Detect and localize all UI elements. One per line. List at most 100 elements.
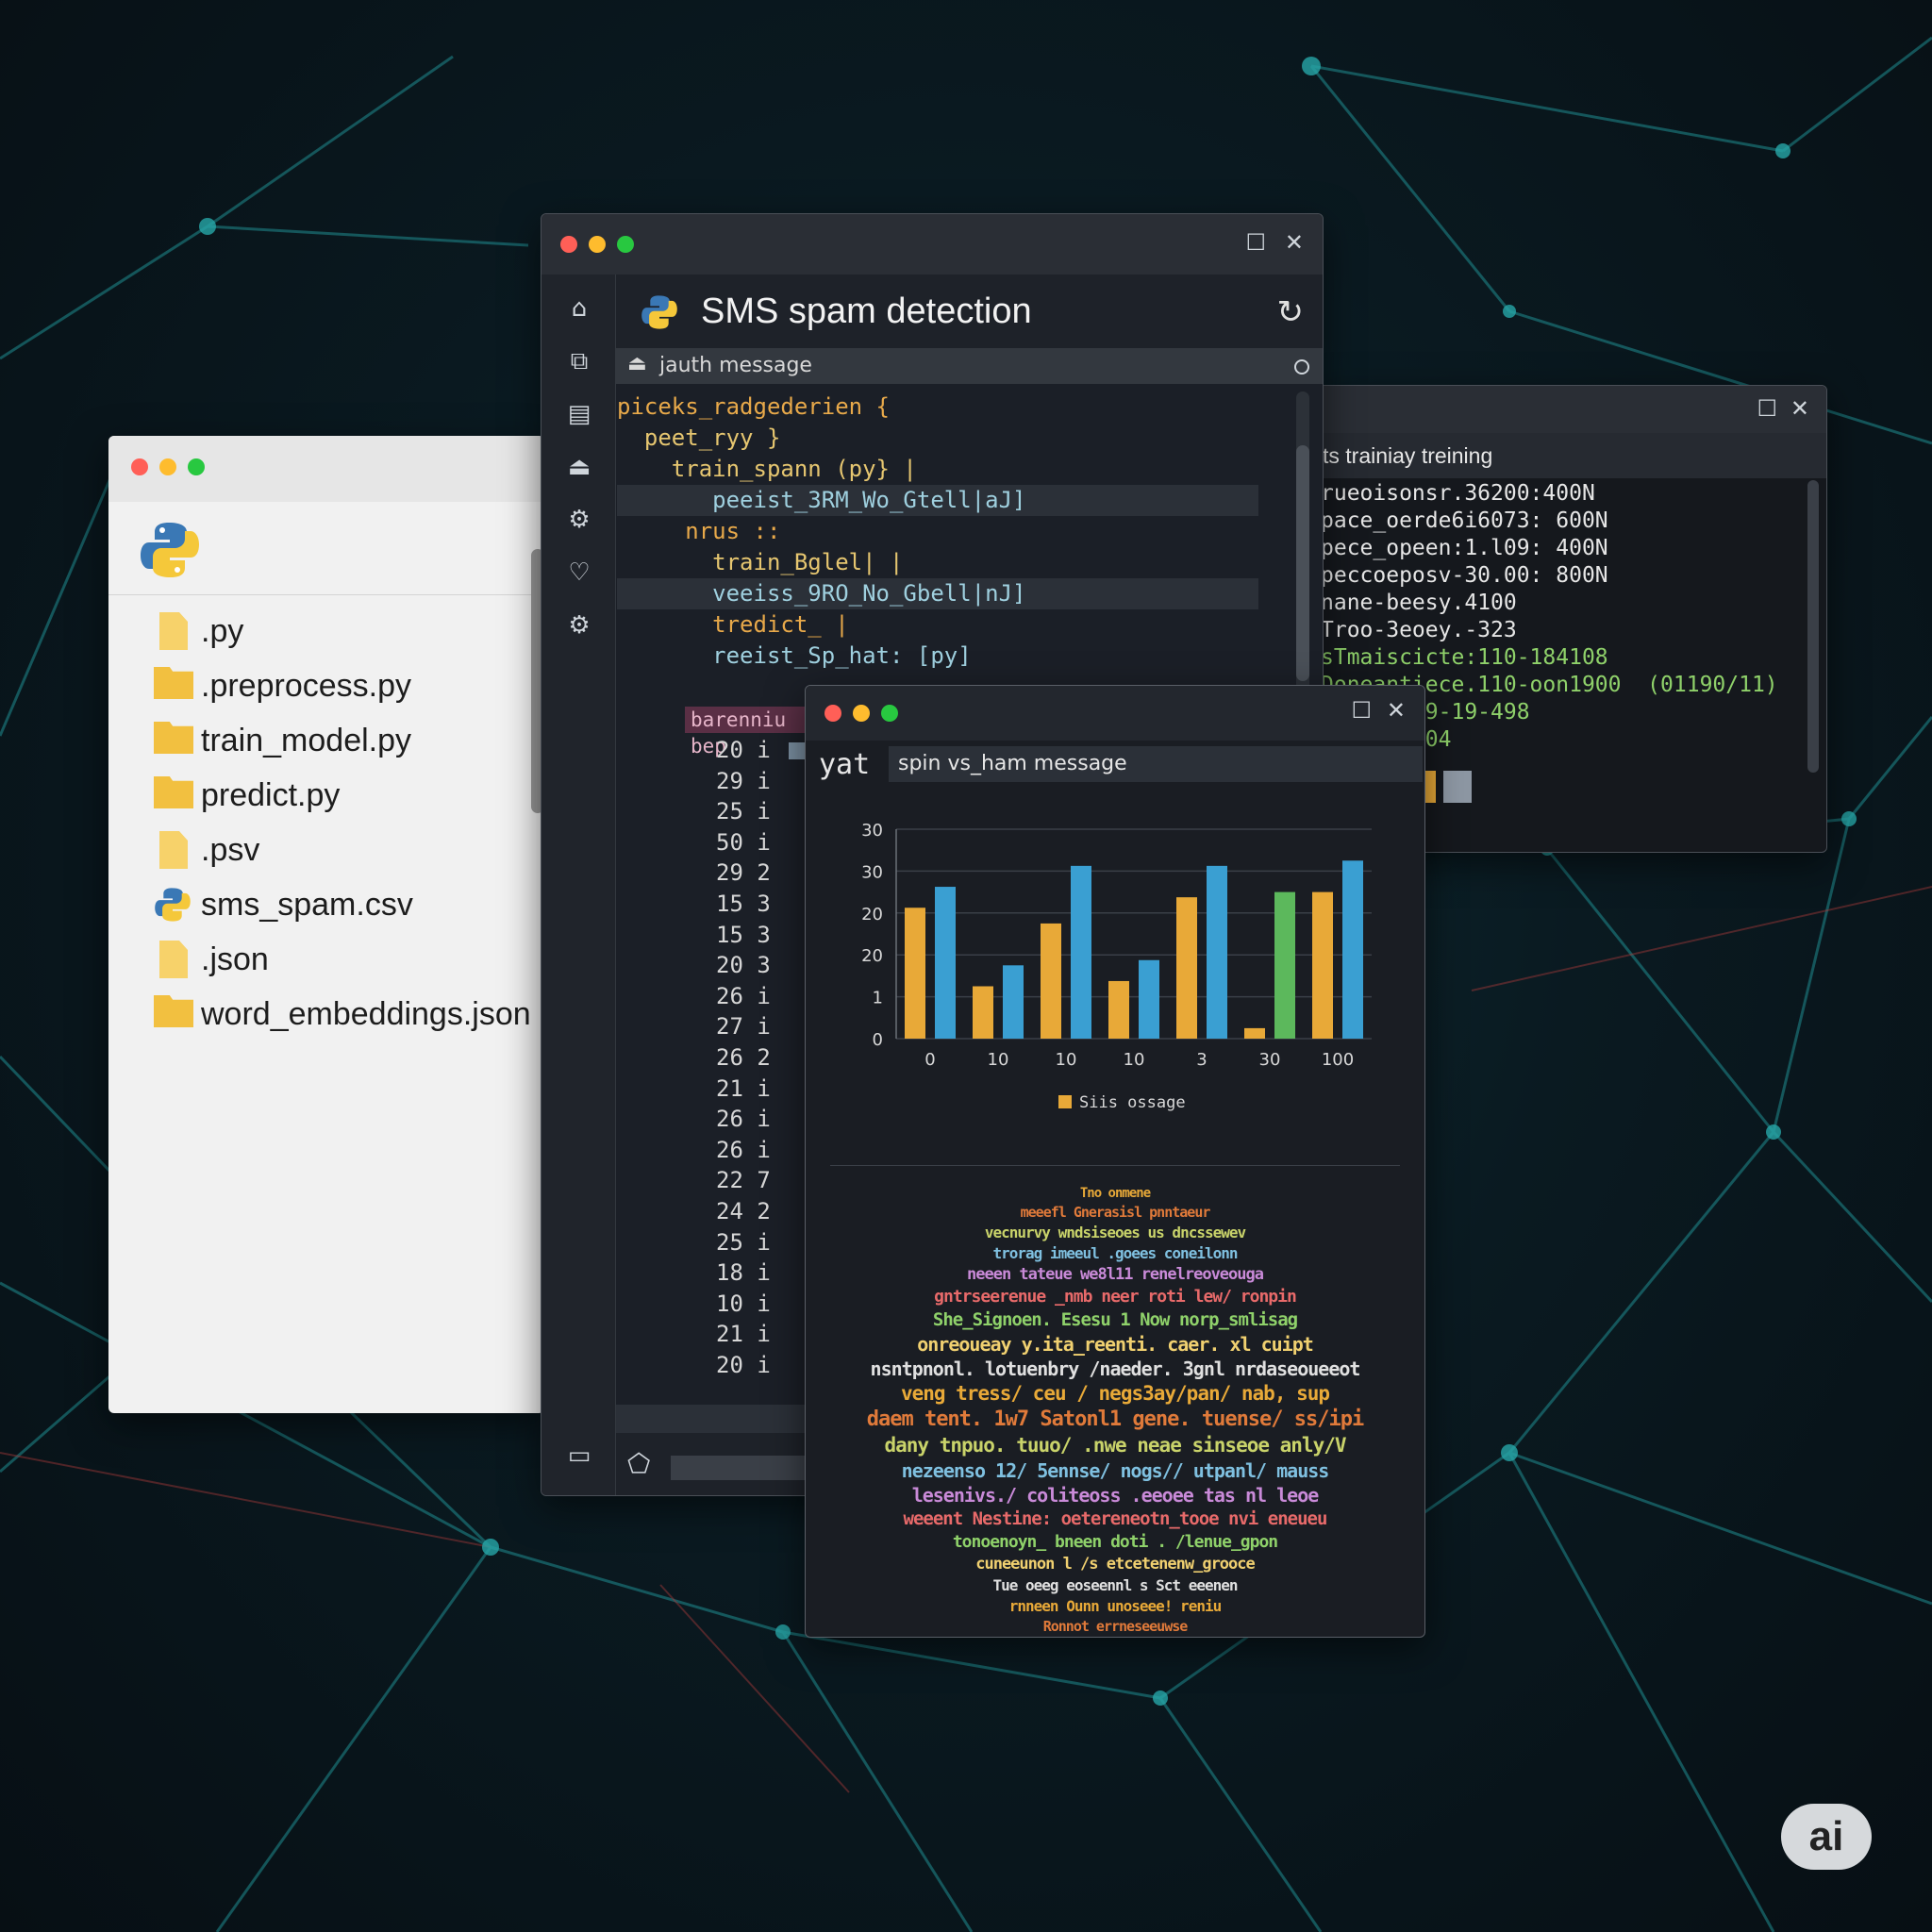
line-number: 26 i — [716, 1136, 771, 1163]
close-icon[interactable]: ✕ — [1285, 229, 1304, 256]
line-number: 15 3 — [716, 921, 771, 948]
selection-marker — [789, 742, 806, 759]
editor-scrollbar[interactable] — [1296, 445, 1309, 681]
folder-icon — [154, 995, 193, 1027]
line-number: 24 2 — [716, 1197, 771, 1224]
terminal-scrollbar[interactable] — [1807, 480, 1819, 773]
chart-window: ☐ ✕ yat t spin vs_ham message 0 1 20 20 30 30… — [805, 685, 1425, 1638]
y-tick-label: 20 — [861, 946, 883, 966]
file-item[interactable]: word_embeddings.json — [154, 987, 531, 1041]
word-cloud-line: reeanteuen — [843, 1637, 1387, 1638]
minimize-dot[interactable] — [853, 705, 870, 722]
settings-icon[interactable]: ⚙ — [564, 610, 594, 641]
y-tick-label: 20 — [861, 905, 883, 924]
line-number: 10 i — [716, 1290, 771, 1317]
bar — [1041, 923, 1061, 1039]
file-explorer-window: .py .preprocess.py train_model.py predic… — [108, 436, 544, 1413]
file-item[interactable]: train_model.py — [154, 713, 531, 768]
chat-icon[interactable]: ▭ — [564, 1441, 594, 1471]
status-circle-icon — [1294, 359, 1309, 375]
chart-tabs: yat t spin vs_ham message — [806, 741, 1424, 791]
maximize-dot[interactable] — [188, 458, 205, 475]
minimize-dot[interactable] — [589, 236, 606, 253]
word-cloud-line: meeefl Gnerasisl pnntaeur — [1020, 1204, 1211, 1221]
code-line: veeiss_9RO_No_Gbell|nJ] — [617, 578, 1258, 609]
file-icon — [159, 612, 188, 650]
file-name: predict.py — [201, 776, 341, 813]
file-icon — [159, 831, 188, 869]
window-controls — [131, 458, 205, 475]
maximize-dot[interactable] — [881, 705, 898, 722]
activity-bar: ⌂ ⧉ ▤ ⏏ ⚙ ♡ ⚙ ▭ — [541, 275, 616, 1495]
word-cloud-line: gntrseerenue _nmb neer roti lew/ ronpin — [934, 1287, 1297, 1307]
package-icon[interactable]: ⧉ — [564, 346, 594, 376]
bar-chart: 0 1 20 20 30 30 0 10 10 10 3 30 100 Siis ossage — [861, 821, 1372, 1112]
code-editor[interactable]: piceks_radgederien { peet_ryy } train_sp… — [617, 391, 1258, 672]
maximize-dot[interactable] — [617, 236, 634, 253]
word-cloud-line: vecnurvy wndsiseoes us dncssewev — [984, 1224, 1246, 1241]
terminal-line: sTmaiscicte:110-184108 — [1321, 645, 1608, 670]
code-line: train_spann (py} | — [617, 456, 917, 482]
document-icon[interactable]: ▤ — [564, 399, 594, 429]
maximize-icon[interactable]: ☐ — [1351, 697, 1372, 724]
file-list: .py .preprocess.py train_model.py predic… — [154, 604, 531, 1041]
window-controls — [824, 705, 898, 722]
code-line: reeist_Sp_hat: [py] — [617, 642, 972, 669]
word-cloud-line: nezeenso 12/ 5ennse/ nogs// utpanl/ maus… — [901, 1459, 1330, 1482]
terminal-titlebar — [1319, 386, 1826, 433]
line-gutter: 20 i 29 i 25 i 50 i 29 2 15 3 15 3 20 3 26 i 27 i… — [716, 735, 771, 1380]
gear-icon[interactable]: ⚙ — [564, 505, 594, 535]
line-number: 26 2 — [716, 1043, 771, 1071]
tab-chart-title[interactable]: spin vs_ham message — [889, 746, 1423, 782]
x-tick-label: 100 — [1322, 1050, 1354, 1070]
close-icon[interactable]: ✕ — [1790, 395, 1809, 422]
file-item[interactable]: .json — [154, 932, 531, 987]
chart-titlebar — [806, 686, 1424, 741]
file-name: .json — [201, 941, 269, 977]
word-cloud-line: She_Signoen. Esesu 1 Now norp_smlisag — [932, 1309, 1298, 1330]
explorer-divider — [108, 594, 544, 595]
word-cloud-line: Tno onmene — [1079, 1186, 1151, 1201]
python-logo-icon — [141, 523, 199, 577]
home-icon[interactable]: ⌂ — [564, 293, 594, 324]
file-item[interactable]: .psv — [154, 823, 531, 877]
bar — [935, 887, 956, 1039]
bar — [1342, 860, 1363, 1039]
ide-header: SMS spam detection ↻ — [616, 275, 1323, 348]
file-name: word_embeddings.json — [201, 995, 531, 1032]
close-dot[interactable] — [560, 236, 577, 253]
bar — [905, 908, 925, 1039]
file-item[interactable]: .py — [154, 604, 531, 658]
file-item[interactable]: .preprocess.py — [154, 658, 531, 713]
maximize-icon[interactable]: ☐ — [1757, 395, 1777, 422]
file-item[interactable]: sms_spam.csv — [154, 877, 531, 932]
refresh-icon[interactable]: ↻ — [1277, 293, 1305, 331]
close-dot[interactable] — [824, 705, 841, 722]
line-number: 25 i — [716, 1228, 771, 1256]
tray-icon[interactable]: ⏏ — [564, 452, 594, 482]
terminal-line: pece_opeen:1.l09: 400N — [1321, 536, 1608, 560]
file-item[interactable]: predict.py — [154, 768, 531, 823]
close-dot[interactable] — [131, 458, 148, 475]
line-number: 27 i — [716, 1013, 771, 1041]
line-number: 26 i — [716, 982, 771, 1009]
x-tick-label: 30 — [1259, 1050, 1281, 1070]
heart-icon[interactable]: ♡ — [564, 558, 594, 588]
word-cloud-line: dany tnpuo. tuuo/ .nwe neae sinseoe anly… — [884, 1434, 1346, 1457]
file-name: .preprocess.py — [201, 667, 411, 704]
terminal-title: ts trainiay treining — [1319, 433, 1826, 478]
minimize-dot[interactable] — [159, 458, 176, 475]
close-icon[interactable]: ✕ — [1387, 697, 1406, 724]
terminal-line: peccoeposv-30.00: 800N — [1321, 563, 1608, 588]
word-cloud-line: daem tent. 1w7 Satonl1 gene. tuense/ ss/… — [866, 1407, 1365, 1431]
sync-icon[interactable]: ⬠ — [627, 1448, 650, 1479]
word-cloud-line: tonoenoyn_ bneen doti . /lenue_gpon — [952, 1532, 1278, 1552]
maximize-icon[interactable]: ☐ — [1245, 229, 1266, 256]
word-cloud-line: Ronnot errneseeuwse — [1042, 1618, 1189, 1635]
chart-divider — [830, 1165, 1400, 1166]
line-number: 21 i — [716, 1074, 771, 1102]
search-bar[interactable]: ⏏ jauth message — [616, 348, 1323, 384]
folder-icon — [154, 776, 193, 808]
y-tick-label: 0 — [873, 1030, 883, 1050]
line-number: 25 i — [716, 798, 771, 825]
